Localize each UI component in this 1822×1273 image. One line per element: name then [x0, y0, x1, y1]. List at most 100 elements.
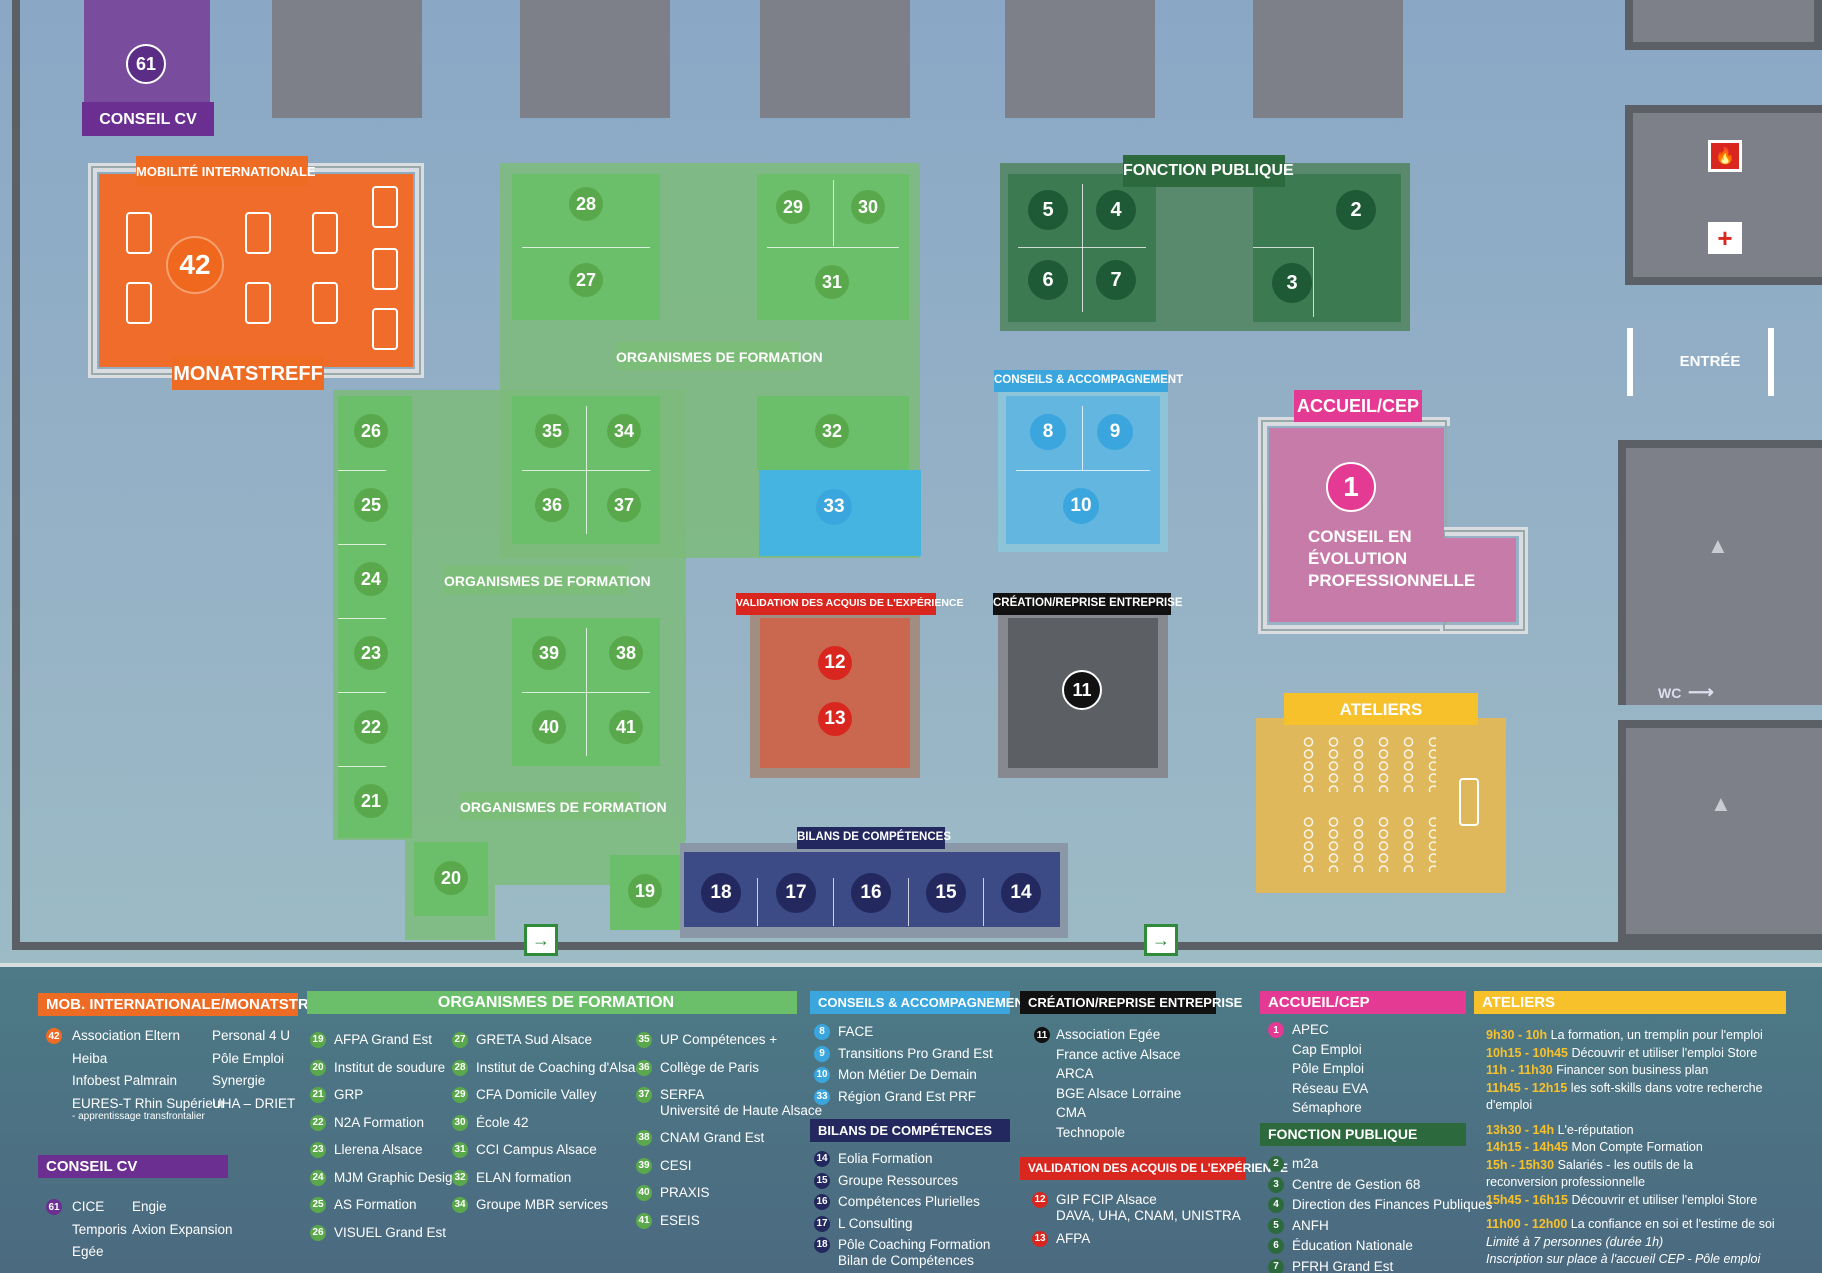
conseils-label: CONSEILS & ACCOMPAGNEMENT: [994, 374, 1184, 386]
stand-31[interactable]: 31: [815, 265, 849, 299]
legend-exhibitor-name: ANFH: [1292, 1217, 1329, 1233]
stand-7[interactable]: 7: [1096, 260, 1136, 300]
legend-exhibitor-name: CFA Domicile Valley: [476, 1087, 597, 1102]
divider: [338, 544, 386, 545]
stand-18[interactable]: 18: [701, 873, 741, 913]
stand-42[interactable]: 42: [166, 236, 224, 294]
legend-exhibitor-name: Région Grand Est PRF: [838, 1088, 977, 1104]
stand-9[interactable]: 9: [1097, 414, 1133, 450]
legend-formation-col3: 35 UP Compétences + 36 Collège de Paris 37 SE…: [636, 1032, 822, 1241]
pillar: [1253, 0, 1403, 118]
stand-15[interactable]: 15: [926, 873, 966, 913]
legend-entry: Sémaphore: [1292, 1100, 1362, 1115]
fp-block-2-3[interactable]: [1253, 174, 1401, 322]
stand-38[interactable]: 38: [609, 636, 643, 670]
stand-26[interactable]: 26: [354, 414, 388, 448]
stand-8[interactable]: 8: [1030, 414, 1066, 450]
stand-37[interactable]: 37: [607, 488, 641, 522]
formation-label: ORGANISMES DE FORMATION: [616, 349, 823, 365]
vae-block[interactable]: [760, 618, 910, 768]
stand-column-21-26[interactable]: [338, 396, 412, 838]
legend-entry: 25 AS Formation: [310, 1197, 460, 1213]
legend-stand-number: 38: [636, 1130, 652, 1146]
stand-41[interactable]: 41: [609, 710, 643, 744]
stand-17[interactable]: 17: [776, 873, 816, 913]
stand-5[interactable]: 5: [1028, 190, 1068, 230]
stand-36[interactable]: 36: [535, 488, 569, 522]
legend-stand-number: 24: [310, 1169, 326, 1186]
stand-30[interactable]: 30: [851, 190, 885, 224]
stand-21[interactable]: 21: [354, 784, 388, 818]
legend-entry: 28 Institut de Coaching d'Alsace: [452, 1059, 650, 1076]
divider: [338, 470, 386, 471]
stand-28[interactable]: 28: [569, 187, 603, 221]
legend-entry: Réseau EVA: [1292, 1080, 1369, 1096]
legend-exhibitor-name: VISUEL Grand Est: [334, 1224, 447, 1240]
service-room: [1625, 105, 1822, 285]
stand-40[interactable]: 40: [532, 710, 566, 744]
legend-exhibitor-name: AFPA: [1056, 1231, 1091, 1246]
atelier-title: La formation, un tremplin pour l'emploi: [1547, 1028, 1763, 1042]
legend-conseils-list: 8 FACE 9 Transitions Pro Grand Est 10 Mon Mét…: [814, 1024, 993, 1111]
stand-3[interactable]: 3: [1272, 263, 1312, 303]
stand-1[interactable]: 1: [1326, 462, 1376, 512]
stand-29[interactable]: 29: [776, 190, 810, 224]
stand-25[interactable]: 25: [354, 488, 388, 522]
legend-vae-title: VALIDATION DES ACQUIS DE L'EXPÉRIENCE: [1020, 1157, 1288, 1180]
legend-entry: APEC: [1292, 1022, 1329, 1037]
divider: [586, 628, 587, 756]
legend-bilans-title: BILANS DE COMPÉTENCES: [810, 1119, 1010, 1142]
ateliers-label: ATELIERS: [1339, 700, 1423, 719]
accueil-area[interactable]: [1269, 428, 1444, 622]
legend-entry: Axion Expansion: [132, 1221, 233, 1237]
legend-stand-number: 4: [1268, 1197, 1284, 1213]
atelier-time: 15h45 - 16h15: [1486, 1192, 1568, 1207]
legend-stand-number: 15: [814, 1172, 830, 1189]
legend-exhibitor-name: Groupe MBR services: [476, 1197, 609, 1212]
legend-exhibitor-name: CNAM Grand Est: [660, 1130, 765, 1145]
stand-27[interactable]: 27: [569, 263, 603, 297]
stand-12[interactable]: 12: [818, 646, 852, 680]
table: [245, 212, 271, 254]
atelier-note: Limité à 7 personnes (durée 1h): [1486, 1234, 1664, 1249]
atelier-note: Inscription sur place à l'accueil CEP - …: [1486, 1252, 1761, 1266]
stand-24[interactable]: 24: [354, 562, 388, 596]
legend-entry: EURES-T Rhin Supérieur: [72, 1095, 225, 1111]
first-aid-icon: +: [1708, 222, 1742, 254]
legend-stand-number: 9: [814, 1045, 830, 1062]
legend-entry: BGE Alsace Lorraine: [1056, 1085, 1182, 1101]
legend-exhibitor-name: Llerena Alsace: [334, 1142, 423, 1157]
divider: [338, 766, 386, 767]
mobilite-area[interactable]: [99, 174, 413, 367]
pillar: [520, 0, 670, 118]
divider: [1253, 247, 1313, 248]
legend-exhibitor-subtitle: Bilan de Compétences: [838, 1252, 974, 1268]
legend-entry: 29 CFA Domicile Valley: [452, 1087, 650, 1103]
legend-entry: Technopole: [1056, 1124, 1126, 1140]
stand-10[interactable]: 10: [1063, 488, 1099, 524]
legend-entry: 38 CNAM Grand Est: [636, 1130, 822, 1146]
restroom: [1618, 440, 1822, 705]
atelier-title: Découvrir et utiliser l'emploi Store: [1568, 1045, 1758, 1060]
stand-11[interactable]: 11: [1062, 670, 1102, 710]
atelier-session: 10h15 - 10h45 Découvrir et utiliser l'em…: [1486, 1045, 1775, 1060]
table: [312, 212, 338, 254]
table: [312, 282, 338, 324]
legend-entry: Association Egée: [1056, 1027, 1161, 1042]
stand-22[interactable]: 22: [354, 710, 388, 744]
stand-35[interactable]: 35: [535, 414, 569, 448]
atelier-session: 11h - 11h30 Financer son business plan: [1486, 1064, 1775, 1077]
stand-13[interactable]: 13: [818, 702, 852, 736]
legend-entry: 20 Institut de soudure: [310, 1059, 460, 1076]
stand-16[interactable]: 16: [851, 873, 891, 913]
legend-exhibitor-name: UP Compétences +: [660, 1032, 778, 1047]
stand-34[interactable]: 34: [607, 414, 641, 448]
stand-2[interactable]: 2: [1336, 190, 1376, 230]
stand-23[interactable]: 23: [354, 636, 388, 670]
stand-14[interactable]: 14: [1001, 873, 1041, 913]
stand-6[interactable]: 6: [1028, 260, 1068, 300]
stand-39[interactable]: 39: [532, 636, 566, 670]
legend-stand-number: 10: [814, 1067, 830, 1083]
atelier-title: L'e-réputation: [1554, 1122, 1634, 1137]
stand-4[interactable]: 4: [1096, 190, 1136, 230]
